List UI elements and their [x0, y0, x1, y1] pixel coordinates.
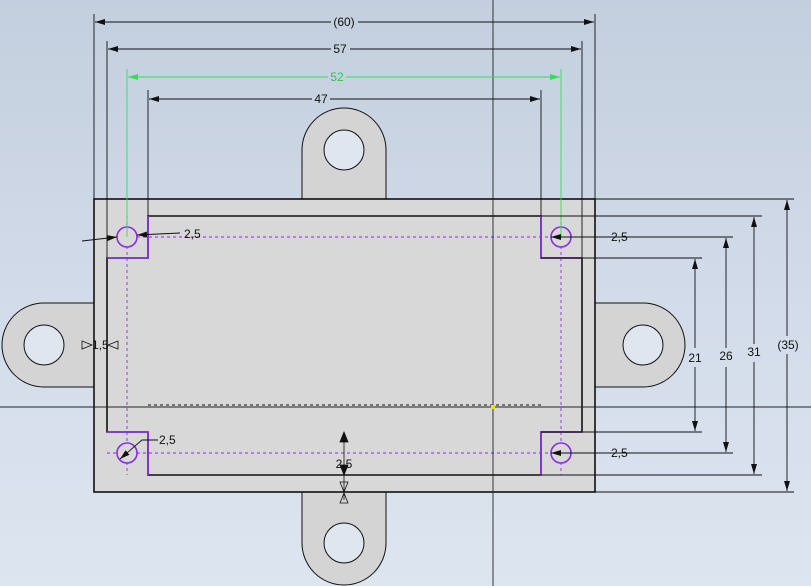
tab-top-hole[interactable] — [323, 129, 365, 171]
dim-inner-height[interactable]: 21 — [688, 351, 702, 365]
base-plate[interactable] — [93, 198, 596, 493]
dim-overall-height[interactable]: (35) — [777, 338, 798, 352]
dim-overall-width[interactable]: (60) — [333, 15, 354, 29]
dim-wall-left[interactable]: 1,5 — [92, 338, 109, 352]
dim-hole-spacing-height[interactable]: 26 — [719, 349, 733, 363]
dim-wall-bottom[interactable]: 2,5 — [336, 457, 353, 471]
tab-bottom-hole[interactable] — [323, 522, 365, 564]
tab-right-hole[interactable] — [622, 324, 664, 366]
dim-outer-width[interactable]: 57 — [333, 42, 347, 56]
sketch-canvas[interactable]: (60) 57 52 47 21 26 31 (35) 2,5 2,5 2,5 … — [0, 0, 811, 586]
dim-hole-spacing-width[interactable]: 52 — [330, 70, 344, 84]
dim-hole-bottom-left[interactable]: 2,5 — [159, 433, 176, 447]
dim-hole-bottom-right[interactable]: 2,5 — [611, 446, 628, 460]
dim-inner-width[interactable]: 47 — [314, 92, 328, 106]
tab-left-hole[interactable] — [23, 324, 65, 366]
dim-hole-top-right[interactable]: 2,5 — [611, 230, 628, 244]
dim-hole-top-left[interactable]: 2,5 — [184, 227, 201, 241]
origin-point[interactable] — [491, 405, 495, 409]
dim-outer-height[interactable]: 31 — [747, 345, 761, 359]
